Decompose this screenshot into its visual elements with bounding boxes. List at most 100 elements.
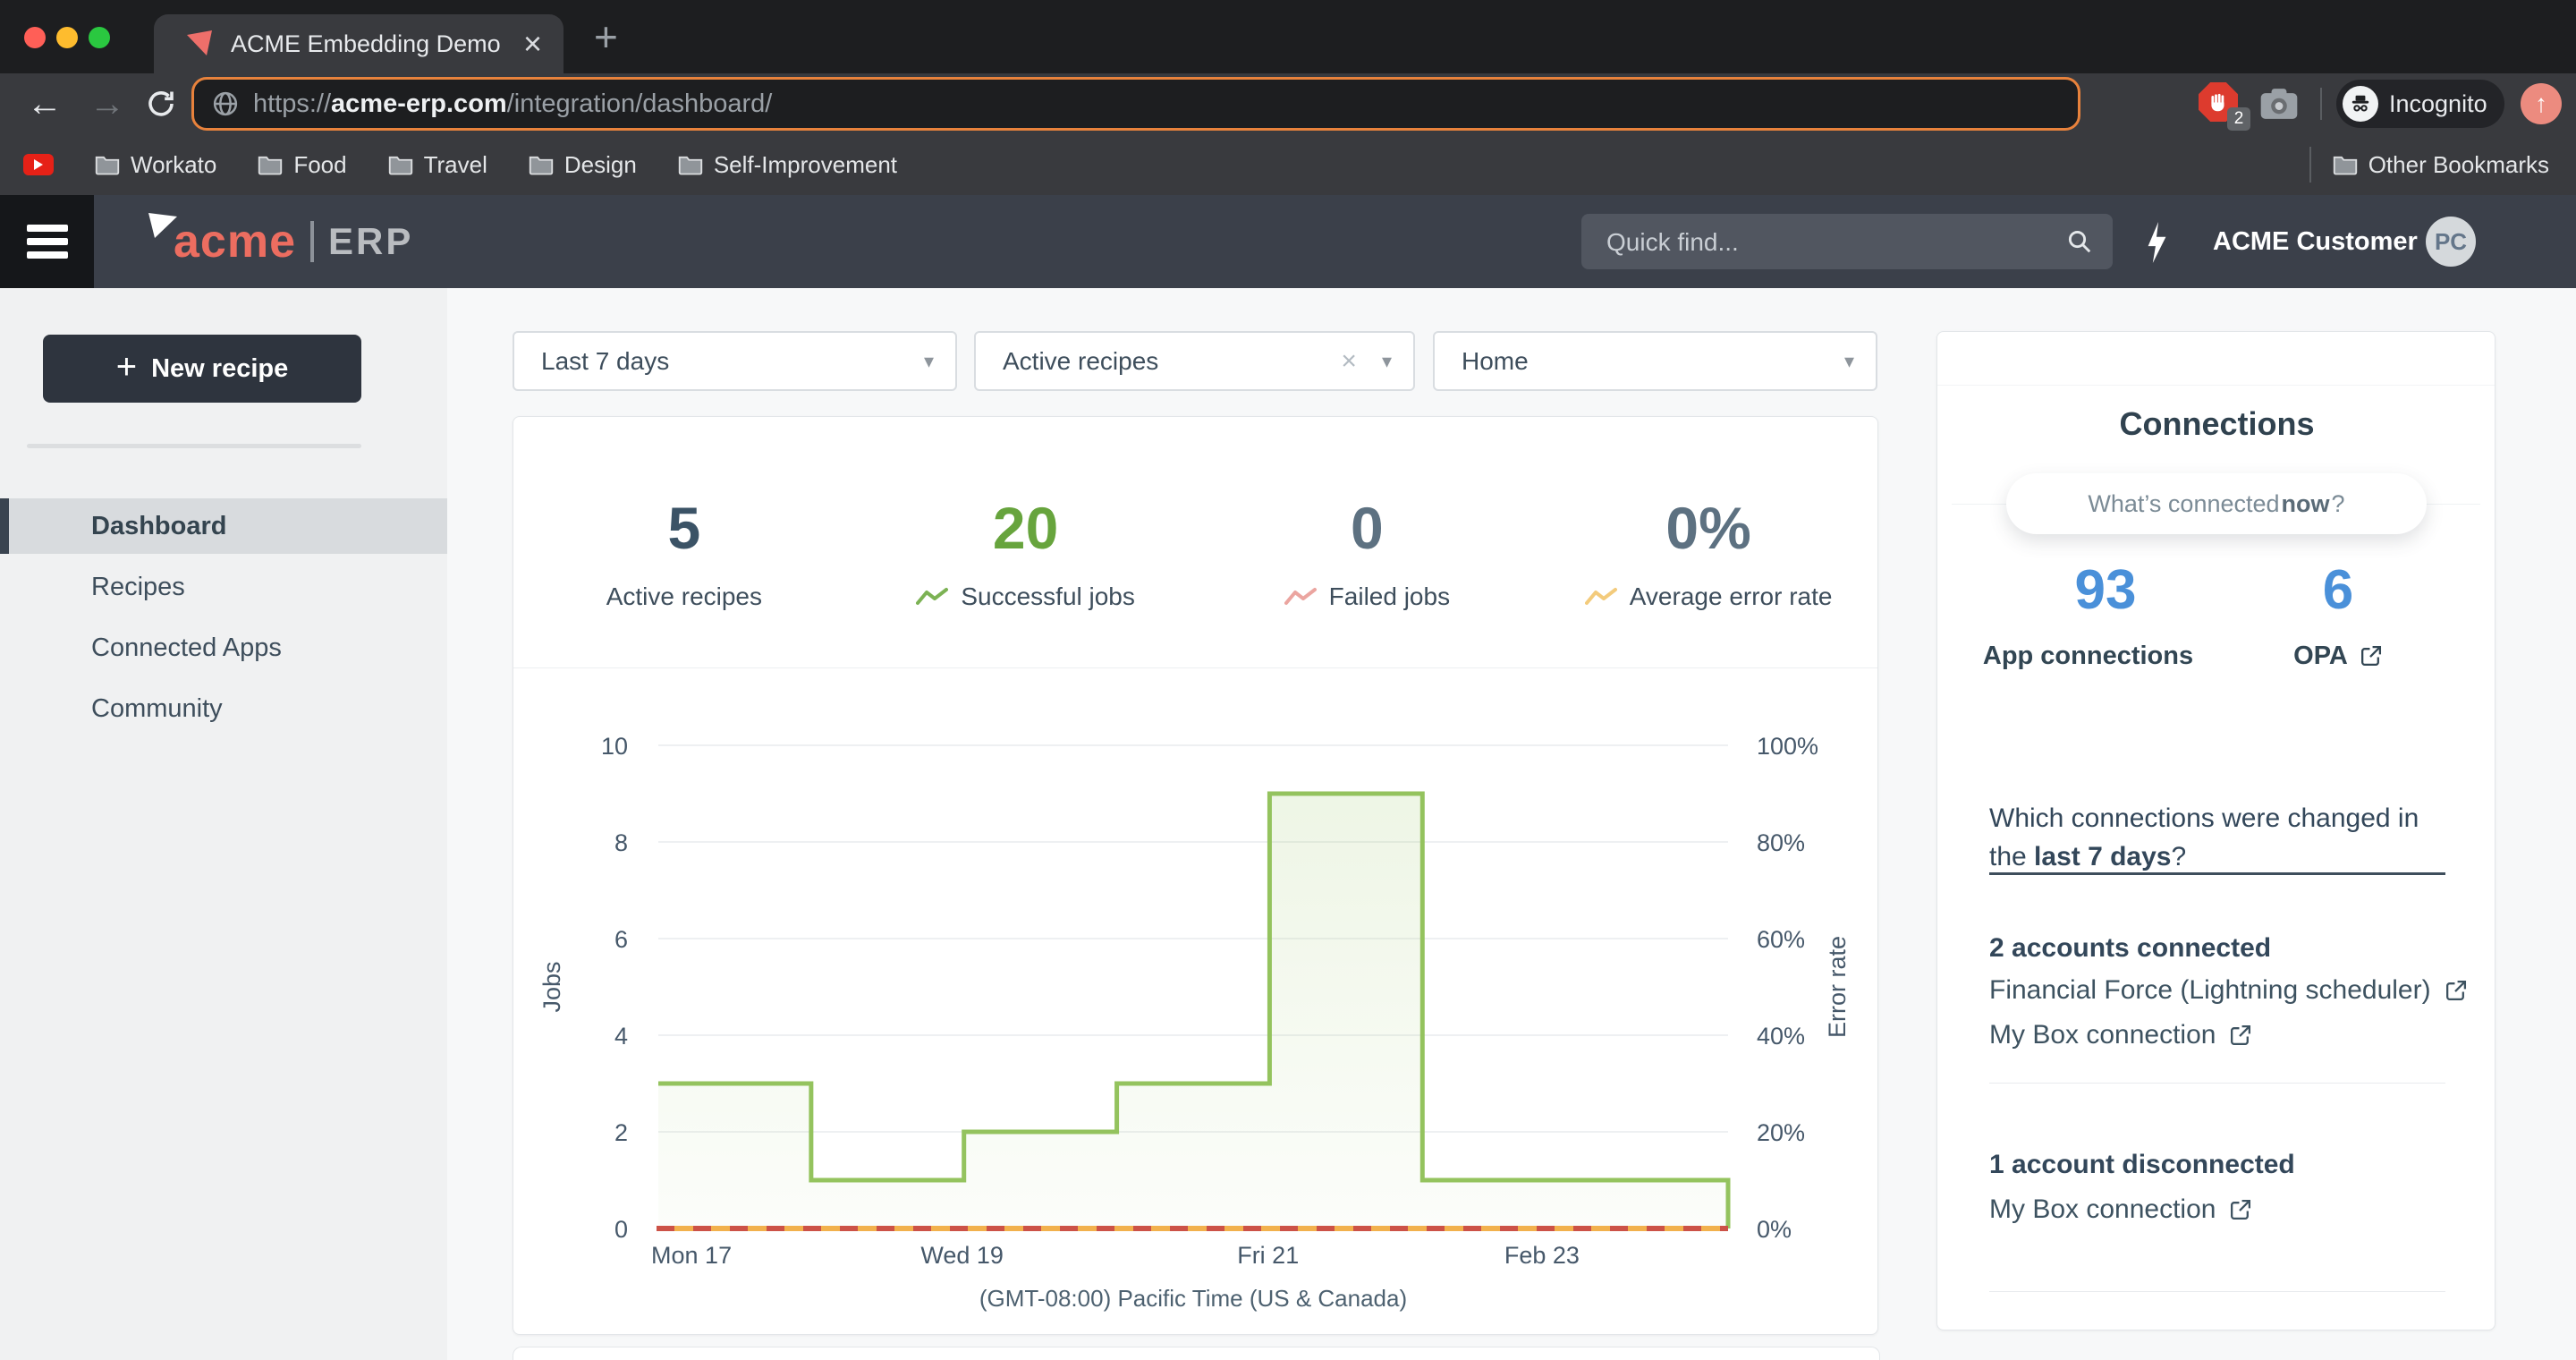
bookmark-folder-workato[interactable]: Workato — [95, 151, 216, 179]
browser-toolbar: ← → https://acme-erp.com/integration/das… — [0, 73, 2576, 134]
back-icon[interactable]: ← — [27, 84, 63, 123]
svg-text:Wed 19: Wed 19 — [920, 1242, 1004, 1269]
new-recipe-button[interactable]: + New recipe — [43, 335, 361, 403]
svg-text:80%: 80% — [1757, 829, 1805, 856]
external-link-icon — [2444, 979, 2468, 1003]
svg-text:4: 4 — [614, 1023, 628, 1050]
browser-update-button[interactable]: ↑ — [2521, 83, 2562, 124]
recipe-filter-dropdown[interactable]: Active recipes × ▾ — [974, 331, 1415, 391]
card-divider — [1937, 385, 2495, 386]
logo-acme-text: acme — [174, 215, 296, 268]
svg-text:Mon 17: Mon 17 — [651, 1242, 732, 1269]
bookmarks-bar: Workato Food Travel Design Self-Improvem… — [0, 134, 2576, 195]
external-link-icon — [2228, 1024, 2252, 1048]
account-name[interactable]: ACME Customer — [2213, 227, 2418, 257]
sidebar: + New recipe Dashboard Recipes Connected… — [0, 288, 448, 1360]
new-tab-button[interactable]: + — [594, 13, 618, 61]
app-header: acme ERP ACME Customer PC — [0, 195, 2576, 288]
folder-icon — [529, 154, 554, 175]
window-minimize-button[interactable] — [56, 27, 78, 48]
connection-link-financial-force[interactable]: Financial Force (Lightning scheduler) — [1989, 975, 2468, 1006]
folder-icon — [388, 154, 413, 175]
external-link-icon — [2359, 644, 2383, 668]
connections-title: Connections — [1937, 405, 2496, 443]
quick-find-input[interactable] — [1605, 214, 2038, 271]
sidebar-item-dashboard[interactable]: Dashboard — [0, 498, 447, 554]
incognito-label: Incognito — [2389, 90, 2487, 118]
bookmark-folder-travel[interactable]: Travel — [388, 151, 487, 179]
opa-count: 6 OPA — [2199, 561, 2478, 671]
incognito-icon — [2343, 86, 2378, 122]
camera-extension-icon[interactable] — [2259, 86, 2299, 122]
adblock-extension-icon[interactable]: 2 — [2199, 82, 2240, 123]
browser-tab[interactable]: ACME Embedding Demo × — [154, 14, 564, 73]
folder-icon — [678, 154, 703, 175]
logo-erp-text: ERP — [328, 220, 413, 263]
bookmark-folder-food[interactable]: Food — [258, 151, 346, 179]
stat-active-recipes: 5 Active recipes — [513, 417, 855, 667]
avatar[interactable]: PC — [2426, 217, 2476, 267]
search-icon[interactable] — [2066, 228, 2093, 255]
other-bookmarks[interactable]: Other Bookmarks — [2333, 151, 2549, 179]
svg-text:10: 10 — [601, 733, 628, 760]
section-divider — [1989, 1083, 2445, 1084]
bookmark-youtube[interactable] — [23, 154, 54, 175]
plus-icon: + — [116, 347, 137, 387]
quick-find — [1581, 214, 2113, 269]
connection-link-my-box-disconnected[interactable]: My Box connection — [1989, 1194, 2252, 1225]
svg-text:Feb 23: Feb 23 — [1504, 1242, 1580, 1269]
address-bar[interactable]: https://acme-erp.com/integration/dashboa… — [191, 77, 2080, 131]
svg-text:0: 0 — [614, 1216, 628, 1243]
tab-close-icon[interactable]: × — [523, 25, 542, 63]
whats-connected-button[interactable]: What’s connected now? — [2006, 473, 2427, 534]
folder-icon — [95, 154, 120, 175]
trend-line-icon — [1284, 587, 1317, 607]
trend-line-icon — [916, 587, 948, 607]
forward-icon[interactable]: → — [89, 84, 125, 123]
bookmarks-divider — [2309, 147, 2311, 183]
reload-icon[interactable] — [145, 88, 177, 120]
stat-average-error-rate: 0% Average error rate — [1538, 417, 1879, 667]
question-underline — [1989, 872, 2445, 875]
sidebar-item-connected-apps[interactable]: Connected Apps — [0, 620, 447, 676]
lightning-icon[interactable] — [2145, 222, 2168, 263]
stats-row: 5 Active recipes 20 Successful jobs 0 Fa… — [513, 417, 1879, 667]
youtube-icon — [23, 154, 54, 175]
bookmark-folder-self-improvement[interactable]: Self-Improvement — [678, 151, 897, 179]
folder-dropdown[interactable]: Home ▾ — [1433, 331, 1877, 391]
svg-text:Fri 21: Fri 21 — [1237, 1242, 1299, 1269]
chevron-down-icon: ▾ — [1844, 350, 1854, 373]
toolbar-divider — [2320, 88, 2322, 120]
chevron-down-icon: ▾ — [1382, 350, 1392, 373]
jobs-error-rate-chart: 02468100%20%40%60%80%100%Mon 17Wed 19Fri… — [513, 667, 1879, 1336]
tab-favicon-flag-icon — [186, 30, 213, 57]
browser-window: ACME Embedding Demo × + ← → https://acme… — [0, 0, 2576, 1360]
next-card-top-edge — [513, 1347, 1880, 1360]
sidebar-divider — [27, 444, 361, 448]
clear-filter-icon[interactable]: × — [1341, 346, 1357, 377]
incognito-badge[interactable]: Incognito — [2336, 80, 2504, 128]
sidebar-item-recipes[interactable]: Recipes — [0, 559, 447, 615]
window-zoom-button[interactable] — [89, 27, 110, 48]
svg-text:2: 2 — [614, 1119, 628, 1146]
svg-text:0%: 0% — [1757, 1216, 1792, 1243]
folder-icon — [258, 154, 283, 175]
bookmark-folder-design[interactable]: Design — [529, 151, 637, 179]
site-globe-icon — [212, 90, 239, 117]
trend-line-icon — [1585, 587, 1617, 607]
hamburger-menu-icon[interactable] — [0, 195, 94, 288]
svg-text:60%: 60% — [1757, 926, 1805, 953]
url-text: https://acme-erp.com/integration/dashboa… — [253, 89, 772, 119]
svg-text:6: 6 — [614, 926, 628, 953]
svg-text:20%: 20% — [1757, 1119, 1805, 1146]
window-close-button[interactable] — [24, 27, 46, 48]
svg-text:8: 8 — [614, 829, 628, 856]
sidebar-item-community[interactable]: Community — [0, 681, 447, 736]
section-divider — [1989, 1291, 2445, 1292]
time-range-dropdown[interactable]: Last 7 days ▾ — [513, 331, 957, 391]
connection-link-my-box[interactable]: My Box connection — [1989, 1020, 2252, 1050]
svg-text:(GMT-08:00) Pacific Time (US &: (GMT-08:00) Pacific Time (US & Canada) — [979, 1285, 1407, 1312]
accounts-connected-title: 2 accounts connected — [1989, 933, 2271, 964]
svg-text:Error rate: Error rate — [1824, 936, 1851, 1038]
extension-badge: 2 — [2227, 107, 2250, 131]
